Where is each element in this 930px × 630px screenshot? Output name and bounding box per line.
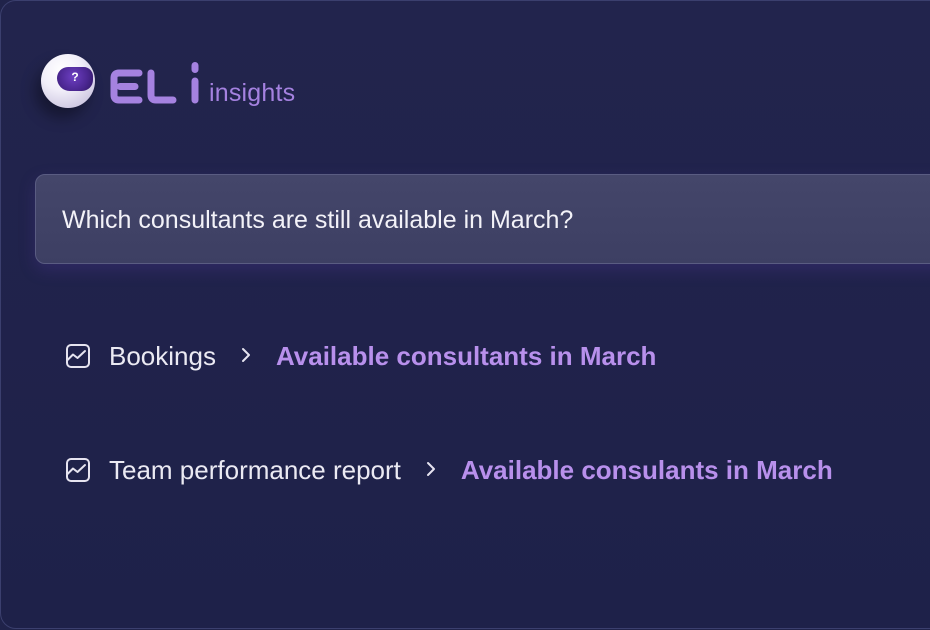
chevron-right-icon bbox=[426, 462, 435, 476]
result-source[interactable]: Bookings bbox=[109, 340, 216, 372]
result-item[interactable]: Team performance report Available consul… bbox=[65, 454, 833, 486]
avatar-glyph: ? bbox=[71, 70, 79, 84]
brand-subtitle: insights bbox=[209, 79, 296, 107]
result-target-link[interactable]: Available consulants in March bbox=[461, 454, 833, 486]
result-target-link[interactable]: Available consultants in March bbox=[276, 340, 656, 372]
search-query-box[interactable]: Which consultants are still available in… bbox=[35, 174, 930, 264]
query-text: Which consultants are still available in… bbox=[62, 206, 574, 234]
line-chart-icon bbox=[66, 344, 90, 368]
line-chart-icon bbox=[66, 458, 90, 482]
brand-header: ? insights bbox=[41, 53, 295, 109]
result-source[interactable]: Team performance report bbox=[109, 454, 401, 486]
eli-logo bbox=[110, 62, 199, 104]
assistant-avatar: ? bbox=[41, 54, 95, 108]
chevron-right-icon bbox=[241, 348, 250, 362]
help-icon: ? bbox=[57, 67, 93, 91]
app-frame: ? insights Which consultants are still a… bbox=[0, 0, 930, 629]
result-item[interactable]: Bookings Available consultants in March bbox=[65, 340, 656, 372]
